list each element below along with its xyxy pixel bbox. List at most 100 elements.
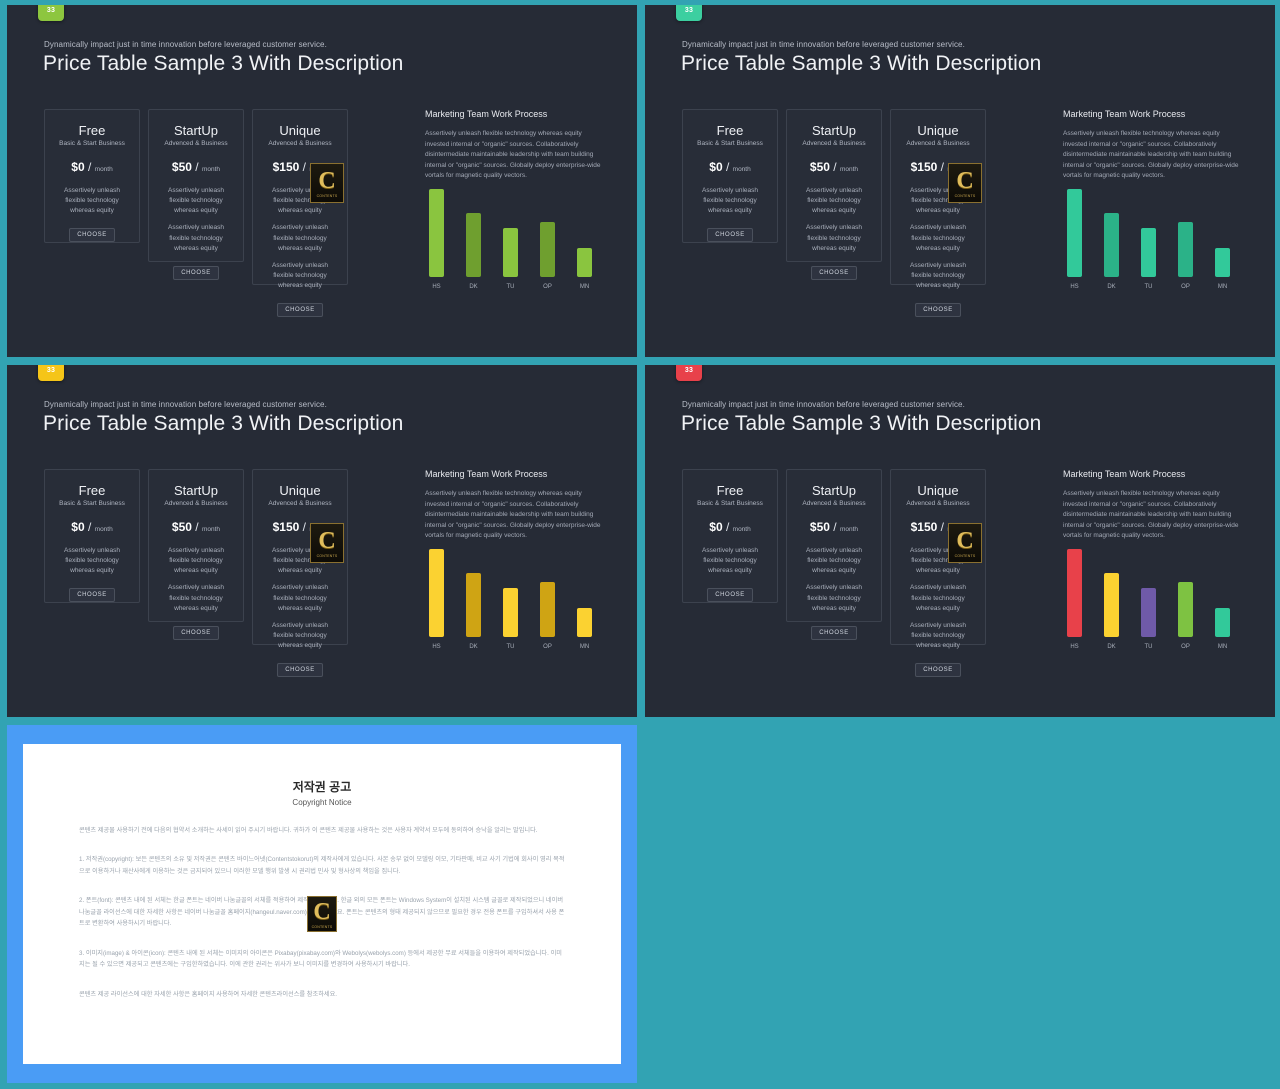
price-amount: $0 [71, 160, 85, 175]
watermark-caption: CONTENTS [954, 553, 976, 558]
price-slash: / [195, 520, 199, 535]
card-title: Unique [917, 483, 959, 498]
choose-button[interactable]: CHOOSE [707, 228, 753, 243]
price-amount: $50 [809, 160, 830, 175]
choose-button[interactable]: CHOOSE [277, 302, 323, 317]
choose-button[interactable]: CHOOSE [69, 228, 115, 243]
bar-label: HS [1070, 283, 1079, 290]
card-subtitle: Advenced & Business [802, 140, 866, 148]
watermark-caption: CONTENTS [316, 193, 338, 198]
bar-tu [503, 228, 518, 277]
card-price: $0 / month [45, 520, 139, 534]
bar-label: MN [1217, 643, 1228, 650]
pricing-card-startup[interactable]: StartUp Advenced & Business $50 / month … [148, 469, 244, 640]
copyright-watermark-logo: C CONTENTS [948, 523, 982, 563]
slide-preview-2[interactable]: 33 Dynamically impact just in time innov… [645, 5, 1275, 357]
bar-label: HS [432, 643, 441, 650]
card-subtitle: Advenced & Business [802, 500, 866, 508]
pricing-card-free[interactable]: Free Basic & Start Business $0 / month A… [682, 469, 778, 603]
slide-badge-3: 33 [38, 365, 64, 381]
document-item-copyright: 1. 저작권(copyright): 보든 콘텐츠의 소유 및 저작권은 콘텐츠… [79, 856, 565, 875]
page-title: Price Table Sample 3 With Description [43, 52, 404, 75]
copyright-watermark-logo: C CONTENTS [310, 163, 344, 203]
bar-column: OP [540, 222, 555, 290]
price-amount: $50 [171, 520, 192, 535]
card-feature: Assertively unleash flexible technology … [168, 187, 224, 215]
bar-column: MN [1215, 247, 1230, 290]
card-feature: Assertively unleash flexible technology … [272, 621, 328, 649]
bar-label: TU [506, 283, 515, 290]
pricing-card-startup[interactable]: StartUp Advenced & Business $50 / month … [148, 109, 244, 280]
card-feature: Assertively unleash flexible technology … [806, 187, 862, 215]
price-amount: $0 [709, 520, 723, 535]
page-title: Price Table Sample 3 With Description [681, 52, 1042, 75]
card-feature-list: Assertively unleash flexible technology … [683, 546, 777, 576]
choose-button[interactable]: CHOOSE [811, 265, 857, 280]
price-slash: / [725, 160, 730, 175]
slide-preview-3[interactable]: 33 Dynamically impact just in time innov… [7, 365, 637, 717]
price-period: month [94, 526, 113, 534]
document-heading-korean: 저작권 공고 [292, 780, 352, 794]
choose-button[interactable]: CHOOSE [69, 588, 115, 603]
choose-button[interactable]: CHOOSE [915, 302, 961, 317]
choose-button[interactable]: CHOOSE [277, 662, 323, 677]
bar-chart-3: HS DK TU OP MN [425, 548, 615, 650]
card-feature-list: Assertively unleash flexible technology … [149, 186, 243, 253]
bar-label: MN [1217, 283, 1228, 290]
pricing-card-free[interactable]: Free Basic & Start Business $0 / month A… [682, 109, 778, 243]
slide-preview-1[interactable]: 33 Dynamically impact just in time innov… [7, 5, 637, 357]
choose-button[interactable]: CHOOSE [173, 625, 219, 640]
bar-column: TU [1141, 588, 1156, 650]
choose-button[interactable]: CHOOSE [707, 588, 753, 603]
bar-label: HS [432, 283, 441, 290]
bar-column: DK [1104, 213, 1119, 290]
card-subtitle: Advenced & Business [268, 500, 332, 508]
choose-button[interactable]: CHOOSE [173, 265, 219, 280]
card-feature: Assertively unleash flexible technology … [806, 584, 862, 612]
copyright-watermark-logo: C CONTENTS [948, 163, 982, 203]
pricing-card-free[interactable]: Free Basic & Start Business $0 / month A… [44, 469, 140, 603]
bar-op [1178, 222, 1193, 277]
watermark-letter: C [956, 527, 974, 554]
bar-column: HS [429, 548, 444, 650]
price-period: month [839, 526, 859, 534]
chart-description: Assertively unleash flexible technology … [1063, 130, 1239, 180]
chart-section-4: Marketing Team Work Process Assertively … [1063, 469, 1253, 650]
copyright-notice-slide[interactable]: 저작권 공고 Copyright Notice 콘텐츠 제공물 사용하기 전에 … [7, 725, 637, 1083]
bar-column: HS [1067, 188, 1082, 290]
background-filler [641, 725, 1275, 1083]
bar-mn [1215, 247, 1230, 277]
price-slash: / [87, 520, 92, 535]
price-period: month [732, 166, 751, 174]
card-price: $0 / month [45, 160, 139, 174]
slide-kicker: Dynamically impact just in time innovati… [44, 40, 327, 49]
pricing-card-startup[interactable]: StartUp Advenced & Business $50 / month … [786, 109, 882, 280]
card-price: $50 / month [149, 520, 243, 534]
chart-section-3: Marketing Team Work Process Assertively … [425, 469, 615, 650]
bar-column: OP [1178, 222, 1193, 290]
bar-label: MN [579, 643, 590, 650]
card-title: StartUp [173, 123, 219, 138]
choose-button[interactable]: CHOOSE [811, 625, 857, 640]
pricing-card-free[interactable]: Free Basic & Start Business $0 / month A… [44, 109, 140, 243]
bar-dk [1104, 213, 1119, 277]
choose-button[interactable]: CHOOSE [915, 662, 961, 677]
bar-label: OP [543, 643, 552, 650]
bar-tu [1141, 228, 1156, 277]
card-feature-list: Assertively unleash flexible technology … [149, 546, 243, 613]
watermark-letter: C [318, 527, 336, 554]
bar-label: TU [1144, 643, 1153, 650]
card-feature: Assertively unleash flexible technology … [168, 224, 224, 252]
bar-mn [577, 247, 592, 277]
watermark-letter: C [313, 898, 331, 925]
card-subtitle: Advenced & Business [268, 140, 332, 148]
card-subtitle: Basic & Start Business [59, 140, 125, 148]
card-feature: Assertively unleash flexible technology … [64, 547, 120, 575]
bar-label: TU [1144, 283, 1153, 290]
slide-badge-1: 33 [38, 5, 64, 21]
bar-chart-1: HS DK TU OP MN [425, 188, 615, 290]
slide-preview-4[interactable]: 33 Dynamically impact just in time innov… [645, 365, 1275, 717]
card-feature: Assertively unleash flexible technology … [702, 187, 758, 215]
card-feature: Assertively unleash flexible technology … [910, 621, 966, 649]
pricing-card-startup[interactable]: StartUp Advenced & Business $50 / month … [786, 469, 882, 640]
